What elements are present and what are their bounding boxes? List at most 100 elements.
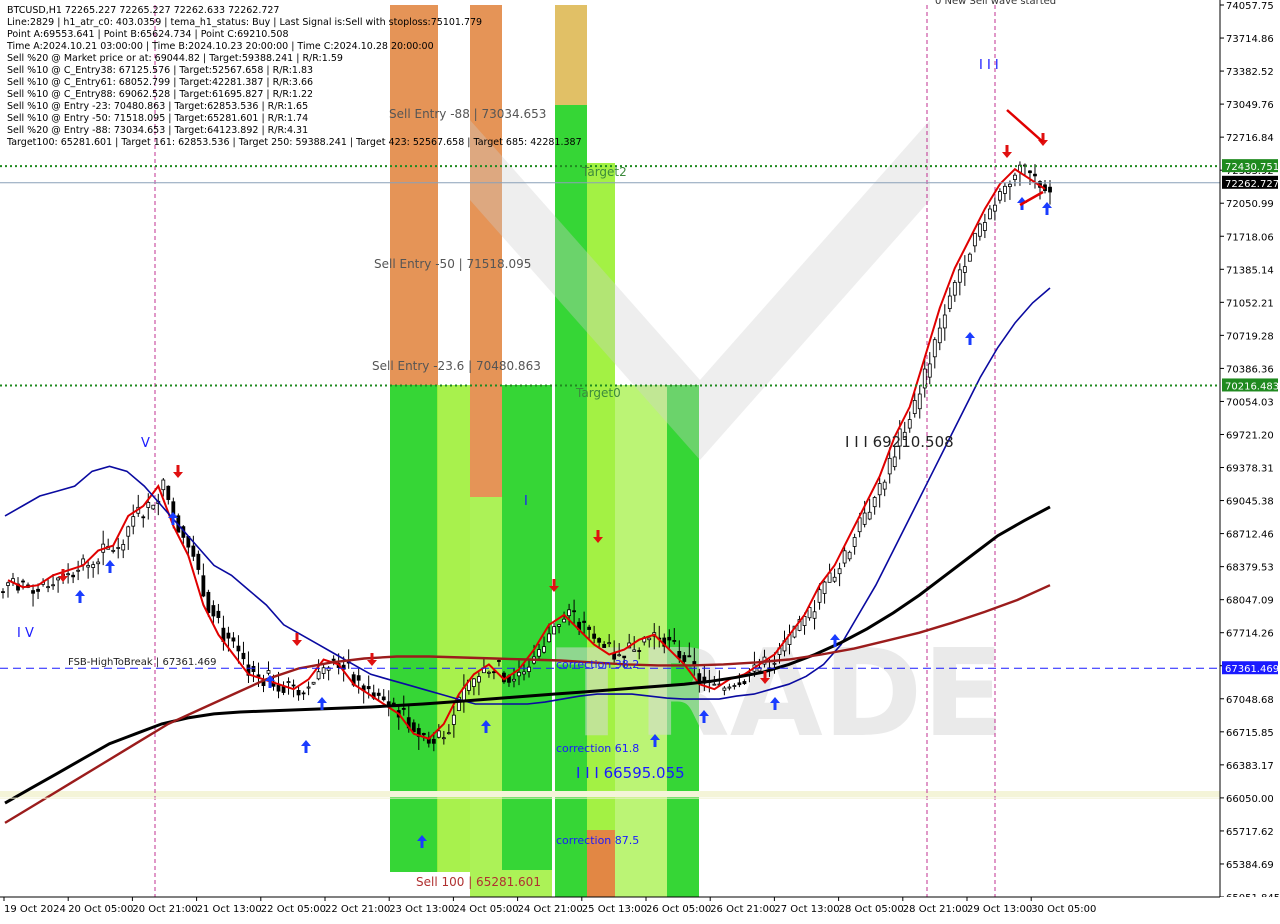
candle-body	[912, 400, 917, 414]
candle-body	[141, 516, 146, 519]
candle-body	[837, 568, 842, 575]
candle-body	[937, 327, 942, 344]
candle-body	[977, 223, 982, 237]
candle-body	[998, 191, 1002, 201]
candle-body	[96, 561, 101, 565]
price-chart[interactable]: TRADE Sell Entry -88 | 73034.653Sell Ent…	[0, 0, 1280, 920]
annotation-label: Sell Entry -23.6 | 70480.863	[372, 359, 541, 373]
y-tick-label: 70386.36	[1226, 364, 1274, 375]
candle-body	[617, 654, 622, 657]
sell-arrow-icon	[173, 465, 183, 478]
candle-body	[607, 642, 612, 645]
candle-body	[1, 591, 5, 593]
x-tick-label: 29 Oct 13:00	[967, 904, 1032, 915]
candle-body	[862, 512, 867, 525]
candle-body	[742, 681, 747, 685]
candle-body	[682, 655, 687, 662]
top-note: 0 New Sell wave started	[935, 0, 1056, 7]
candle-body	[201, 575, 206, 597]
candle-body	[131, 516, 136, 527]
candle-body	[301, 692, 306, 695]
candle-body	[241, 652, 246, 660]
candle-body	[737, 682, 742, 686]
y-tick-label: 68379.53	[1226, 563, 1274, 574]
x-tick-label: 19 Oct 2024	[4, 904, 66, 915]
candle-body	[66, 573, 71, 576]
candle-body	[31, 590, 35, 594]
candle-body	[91, 564, 96, 568]
candle-body	[547, 633, 551, 643]
candle-body	[732, 685, 737, 687]
candle-body	[266, 670, 271, 674]
candle-body	[1028, 170, 1032, 174]
header-line: Sell %10 @ C_Entry61: 68052.799 | Target…	[7, 77, 313, 88]
y-tick-label: 71385.14	[1226, 265, 1274, 276]
x-tick-label: 28 Oct 21:00	[903, 904, 968, 915]
zone-column	[470, 5, 502, 497]
buy-arrow-icon	[75, 590, 85, 603]
candle-body	[882, 481, 887, 490]
candle-body	[216, 610, 221, 618]
header-line: Sell %10 @ Entry -23: 70480.863 | Target…	[7, 101, 308, 112]
x-tick-label: 22 Oct 21:00	[325, 904, 390, 915]
candle-body	[161, 479, 166, 491]
header-line: Sell %10 @ Entry -50: 71518.095 | Target…	[7, 113, 308, 124]
candle-body	[872, 497, 877, 508]
candle-body	[687, 655, 692, 658]
candle-body	[411, 722, 416, 733]
candle-body	[446, 732, 451, 735]
annotation-label: I I I 66595.055	[576, 764, 685, 782]
candle-body	[832, 576, 837, 582]
y-tick-label: 69378.31	[1226, 464, 1274, 475]
chart-root: TRADE Sell Entry -88 | 73034.653 Sell Ent…	[0, 0, 1280, 920]
candle-body	[917, 393, 922, 410]
candle-body	[211, 605, 216, 617]
candle-body	[1003, 185, 1007, 194]
header-line: Sell %20 @ Entry -88: 73034.653 | Target…	[7, 125, 308, 136]
y-tick-label: 73382.52	[1226, 67, 1274, 78]
y-tick-label: 66715.85	[1226, 728, 1274, 739]
candle-body	[401, 707, 406, 710]
candle-body	[281, 686, 286, 693]
candle-body	[311, 681, 316, 685]
x-tick-label: 22 Oct 05:00	[261, 904, 326, 915]
candle-body	[436, 730, 441, 738]
header-line: Target100: 65281.601 | Target 161: 62853…	[6, 137, 582, 148]
candle-body	[637, 650, 642, 652]
candle-body	[632, 649, 637, 652]
annotation-label: correction 38.2	[556, 658, 639, 671]
candle-body	[321, 667, 326, 674]
candle-body	[306, 686, 311, 689]
candle-body	[376, 692, 381, 696]
candle-body	[151, 504, 156, 510]
candle-body	[512, 678, 516, 682]
candle-body	[316, 671, 321, 680]
header-line: BTCUSD,H1 72265.227 72265.227 72262.633 …	[7, 5, 279, 16]
candle-body	[812, 611, 817, 619]
candle-body	[421, 732, 426, 736]
candle-body	[852, 537, 857, 547]
candle-body	[21, 580, 25, 583]
candle-body	[1048, 186, 1052, 193]
x-tick-label: 24 Oct 21:00	[518, 904, 583, 915]
candle-body	[537, 649, 541, 657]
candle-body	[111, 549, 116, 552]
candle-body	[477, 676, 481, 683]
candle-body	[822, 581, 827, 594]
zone-column	[437, 385, 470, 872]
candle-body	[381, 696, 386, 701]
header-line: Sell %20 @ Market price or at: 69044.82 …	[7, 53, 343, 64]
y-tick-label: 69045.38	[1226, 497, 1274, 508]
header-line: Sell %10 @ C_Entry88: 69062.528 | Target…	[7, 89, 313, 100]
y-tick-label: 72050.99	[1226, 199, 1274, 210]
candle-body	[441, 737, 446, 740]
candle-body	[1033, 173, 1037, 177]
candle-body	[557, 624, 561, 627]
annotation-label: correction 61.8	[556, 742, 639, 755]
candle-body	[146, 502, 151, 508]
candle-body	[597, 638, 602, 643]
candle-body	[451, 714, 456, 725]
candle-body	[567, 609, 571, 617]
candle-body	[952, 282, 957, 296]
sell-arrow-icon	[1002, 145, 1012, 158]
